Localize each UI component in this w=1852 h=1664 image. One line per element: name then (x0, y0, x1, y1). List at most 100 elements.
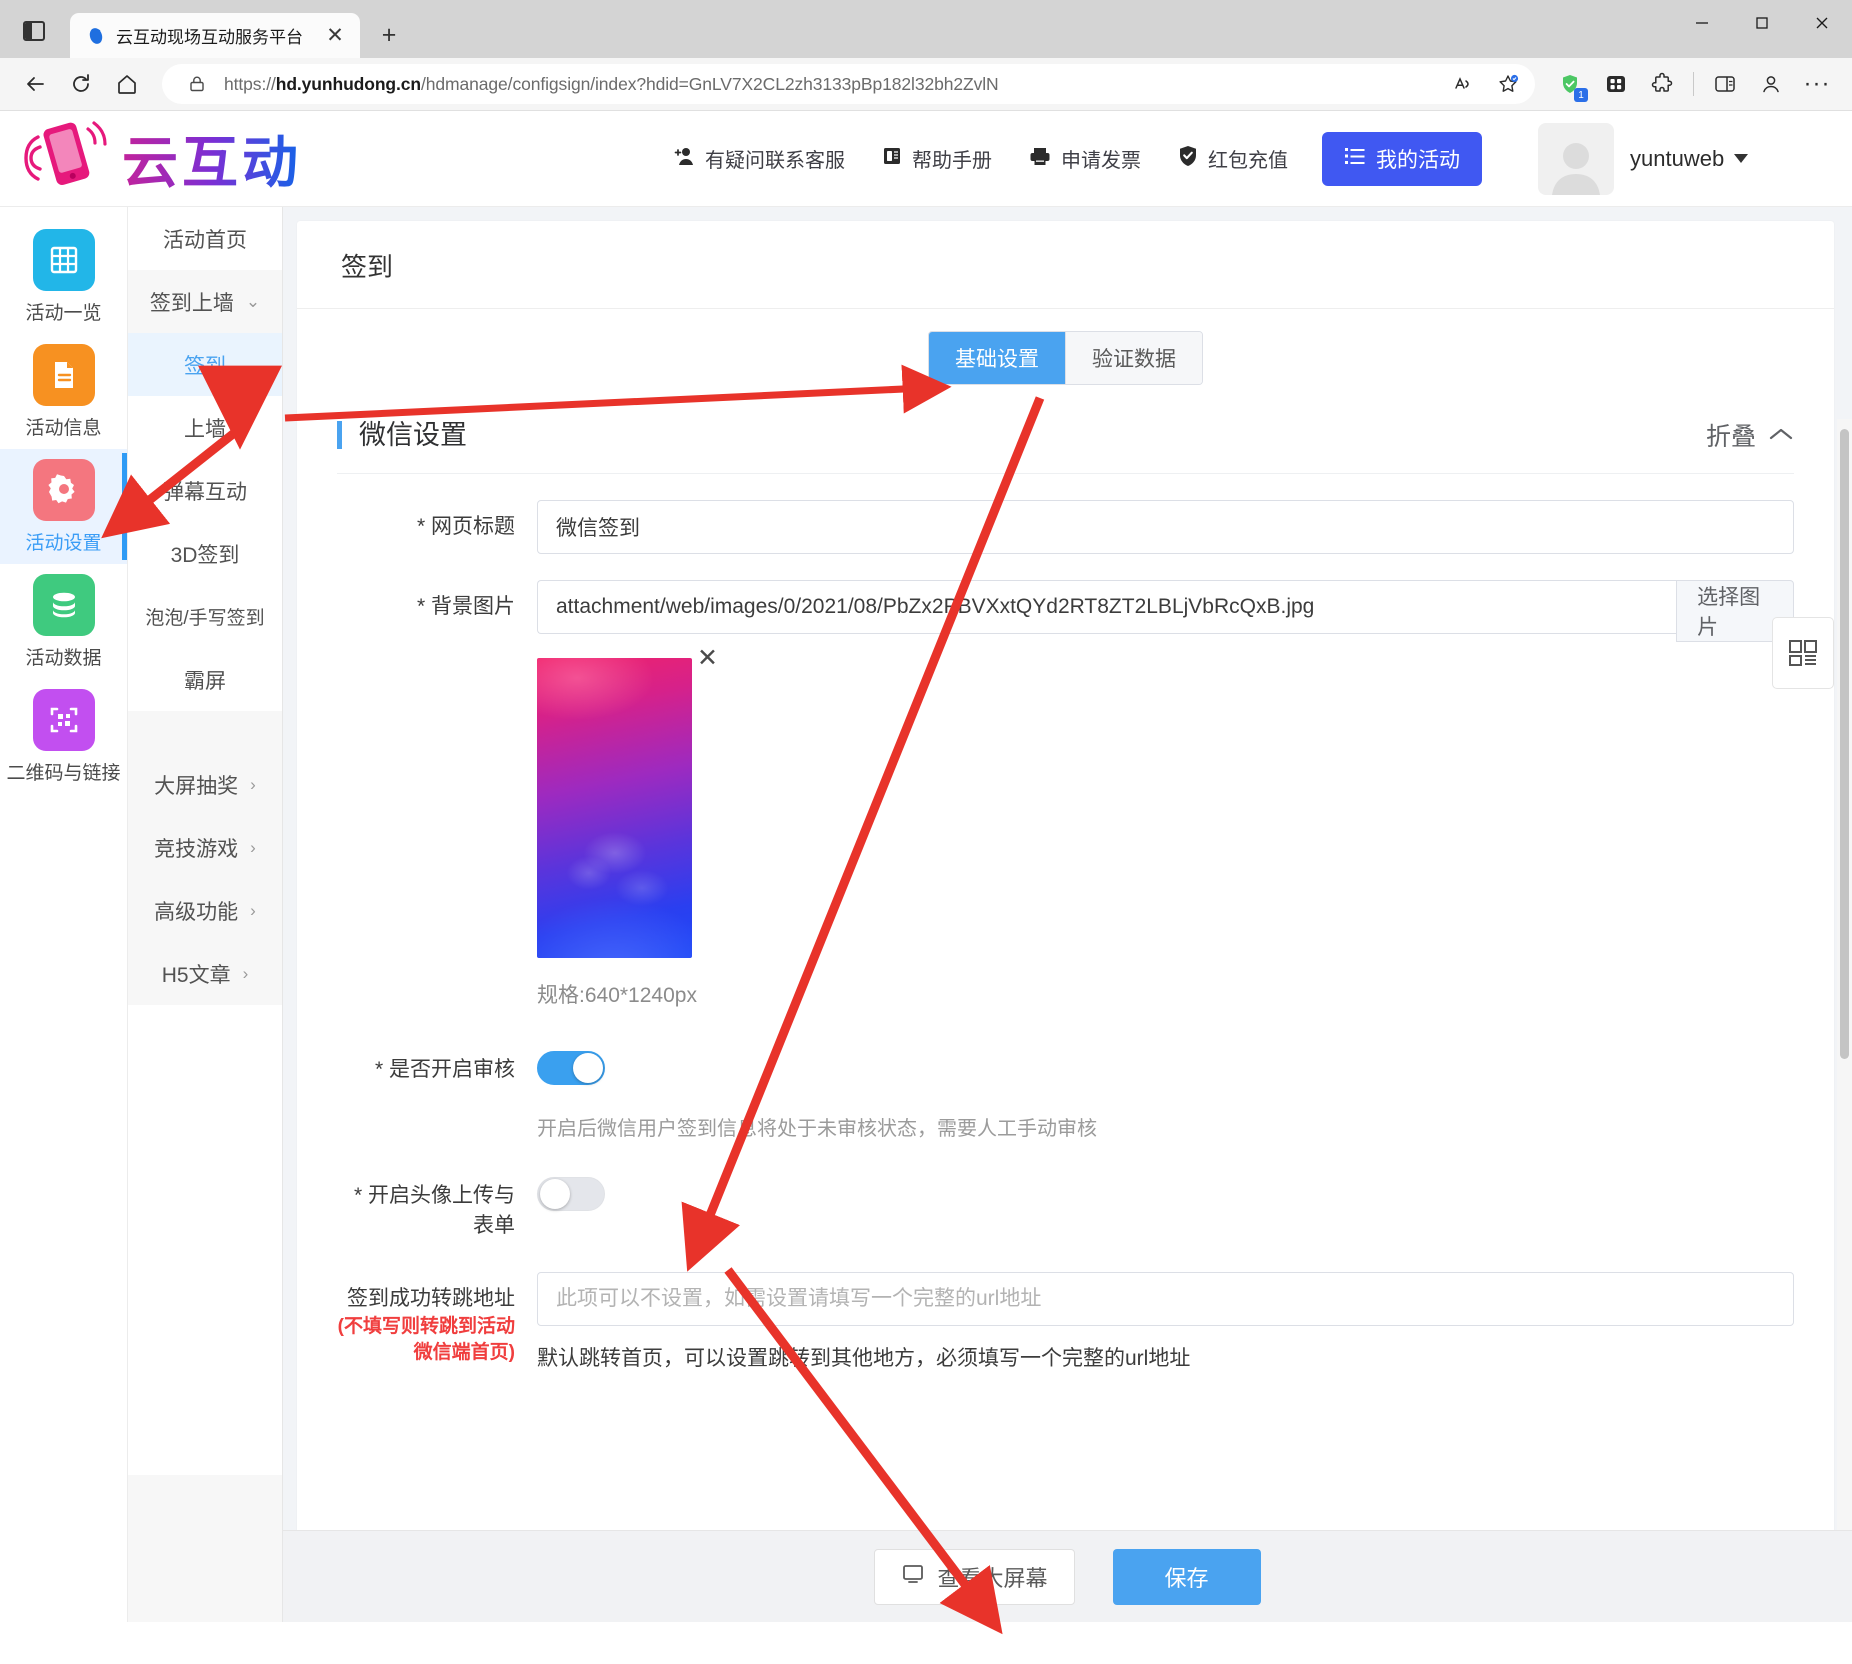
header-nav-item-contact-support[interactable]: 有疑问联系客服 (672, 144, 845, 173)
rail-item-activity-data[interactable]: 活动数据 (0, 564, 127, 679)
wechat-settings-section: 微信设置 折叠 * 网页标题 微信签到 * 背景图片 attachment/we… (337, 417, 1794, 1398)
page-scrollbar[interactable] (1837, 419, 1852, 1622)
form-row-page-title: * 网页标题 (337, 500, 1794, 554)
wechat-settings-form: * 网页标题 * 背景图片 选择图片 (337, 474, 1794, 1372)
sidebar-item-barrage[interactable]: 弹幕互动 (128, 459, 282, 522)
tab-verify-data[interactable]: 验证数据 (1065, 332, 1202, 384)
document-icon (32, 343, 95, 406)
user-menu[interactable]: yuntuweb (1538, 122, 1749, 195)
redirect-field-label: 签到成功转跳地址 (不填写则转跳到活动微信端首页) (337, 1272, 537, 1372)
reload-button[interactable] (60, 63, 102, 105)
more-settings-icon[interactable]: ··· (1796, 63, 1838, 105)
header-nav-item-redpacket-recharge[interactable]: 红包充值 (1177, 144, 1288, 173)
sidebar-item-h5-article[interactable]: H5文章 › (128, 942, 282, 1005)
app-body: 活动一览 活动信息 活动设置 活动数据 二维码与链接 活动首页 签到上墙 ⌄ 签… (0, 207, 1852, 1622)
tab-search-button[interactable] (10, 7, 58, 55)
phone-hand-logo-icon (18, 117, 114, 200)
collections-icon[interactable] (1595, 63, 1637, 105)
rail-item-qrcode-link[interactable]: 二维码与链接 (0, 679, 127, 794)
form-row-background-image: * 背景图片 选择图片 ✕ 规格:640*1240px (337, 580, 1794, 1009)
page-title-field-label: * 网页标题 (416, 515, 515, 538)
username-label: yuntuweb (1630, 146, 1749, 172)
rail-item-label: 二维码与链接 (6, 762, 121, 784)
monitor-icon (901, 1564, 925, 1590)
main-content: 签到 基础设置 验证数据 微信设置 折叠 * 网页标题 微信签到 * 背景图片 … (283, 207, 1852, 1622)
sidebar-item-label: 3D签到 (170, 543, 240, 567)
split-screen-icon[interactable] (1704, 63, 1746, 105)
audit-field-label: * 是否开启审核 (374, 1058, 515, 1081)
site-logo[interactable]: 云互动 (0, 117, 302, 200)
read-aloud-icon[interactable] (1447, 67, 1481, 101)
browser-toolbar: https://hd.yunhudong.cn/hdmanage/configs… (0, 58, 1852, 111)
avatar-upload-toggle[interactable] (537, 1177, 605, 1211)
sidebar-item-advanced-features[interactable]: 高级功能 › (128, 879, 282, 942)
sidebar-item-activity-home[interactable]: 活动首页 (128, 207, 282, 270)
home-button[interactable] (106, 63, 148, 105)
sidebar-item-competitive-games[interactable]: 竞技游戏 › (128, 816, 282, 879)
close-tab-icon[interactable]: ✕ (320, 21, 350, 51)
form-row-audit: * 是否开启审核 开启后微信用户签到信息将处于未审核状态，需要人工手动审核 (337, 1043, 1794, 1141)
view-bigscreen-button[interactable]: 查看大屏幕 (874, 1548, 1075, 1605)
sidebar-item-bigscreen-lottery[interactable]: 大屏抽奖 › (128, 753, 282, 816)
redirect-url-input[interactable] (537, 1271, 1794, 1326)
extension-shield-icon[interactable]: 1 (1549, 63, 1591, 105)
sub-nav: 活动首页 签到上墙 ⌄ 签到 上墙 弹幕互动 3D签到 泡泡/手写签到 霸屏 大… (128, 207, 283, 1622)
sidebar-item-wall[interactable]: 上墙 (128, 396, 282, 459)
close-window-button[interactable] (1792, 0, 1852, 46)
maximize-button[interactable] (1732, 0, 1792, 46)
floating-qr-widget[interactable] (1772, 617, 1834, 689)
rail-item-activity-list[interactable]: 活动一览 (0, 219, 127, 334)
sidebar-item-label: 签到 (184, 354, 226, 378)
remove-image-icon[interactable]: ✕ (697, 646, 718, 671)
sidebar-item-label: 签到上墙 (149, 291, 234, 315)
sidebar-item-3d-signin[interactable]: 3D签到 (128, 522, 282, 585)
background-image-input[interactable] (537, 580, 1677, 634)
rail-item-activity-info[interactable]: 活动信息 (0, 334, 127, 449)
sidebar-item-signin-wall[interactable]: 签到上墙 ⌄ (128, 270, 282, 333)
collapse-toggle[interactable]: 折叠 (1706, 417, 1794, 453)
redirect-hint: 默认跳转首页，可以设置跳转到其他地方，必须填写一个完整的url地址 (537, 1346, 1191, 1370)
address-bar-url: https://hd.yunhudong.cn/hdmanage/configs… (224, 73, 999, 94)
sidebar-item-screen-takeover[interactable]: 霸屏 (128, 648, 282, 711)
audit-toggle[interactable] (537, 1051, 605, 1085)
sidebar-item-label: 泡泡/手写签到 (145, 608, 265, 629)
audit-hint: 开启后微信用户签到信息将处于未审核状态，需要人工手动审核 (537, 1118, 1097, 1140)
lock-icon (180, 67, 214, 101)
save-button[interactable]: 保存 (1112, 1548, 1261, 1605)
sidebar-item-signin[interactable]: 签到 (128, 333, 282, 396)
chevron-right-icon: › (250, 774, 256, 794)
back-button[interactable] (14, 63, 56, 105)
new-tab-icon[interactable]: + (374, 20, 404, 50)
address-bar[interactable]: https://hd.yunhudong.cn/hdmanage/configs… (162, 64, 1535, 104)
minimize-button[interactable] (1672, 0, 1732, 46)
sidebar-item-bubble-handwrite-signin[interactable]: 泡泡/手写签到 (128, 585, 282, 648)
browser-tab[interactable]: 云互动现场互动服务平台 ✕ (70, 13, 360, 58)
background-image-preview (537, 658, 692, 958)
puzzle-extension-icon[interactable] (1641, 63, 1683, 105)
favorite-star-icon[interactable] (1491, 67, 1525, 101)
logo-text: 云互动 (122, 118, 302, 199)
profile-icon[interactable] (1750, 63, 1792, 105)
sidebar-item-label: 霸屏 (184, 669, 226, 693)
image-spec-label: 规格:640*1240px (537, 984, 697, 1007)
chevron-right-icon: › (250, 837, 256, 857)
rail-item-activity-settings[interactable]: 活动设置 (0, 449, 127, 564)
sidebar-item-label: 活动首页 (163, 228, 247, 252)
shield-check-icon (1177, 144, 1199, 173)
header-nav: 有疑问联系客服 帮助手册 申请发票 红包充值 (672, 144, 1288, 173)
tab-basic-settings[interactable]: 基础设置 (929, 332, 1065, 384)
my-activity-label: 我的活动 (1376, 148, 1460, 172)
rail-item-label: 活动一览 (25, 302, 102, 324)
header-nav-item-invoice[interactable]: 申请发票 (1028, 144, 1141, 173)
subnav-divider (128, 711, 282, 753)
header-nav-item-help-manual[interactable]: 帮助手册 (881, 144, 992, 173)
my-activity-button[interactable]: 我的活动 (1322, 131, 1482, 186)
scrollbar-thumb[interactable] (1840, 429, 1849, 1059)
tab-bar: 基础设置 验证数据 (297, 309, 1834, 391)
toggle-knob (540, 1179, 570, 1209)
sidebar-item-label: 高级功能 (154, 900, 239, 924)
browser-tab-title: 云互动现场互动服务平台 (116, 28, 303, 47)
grid-icon (32, 228, 95, 291)
page-title-input[interactable] (537, 500, 1794, 554)
header-nav-label: 有疑问联系客服 (705, 150, 845, 172)
